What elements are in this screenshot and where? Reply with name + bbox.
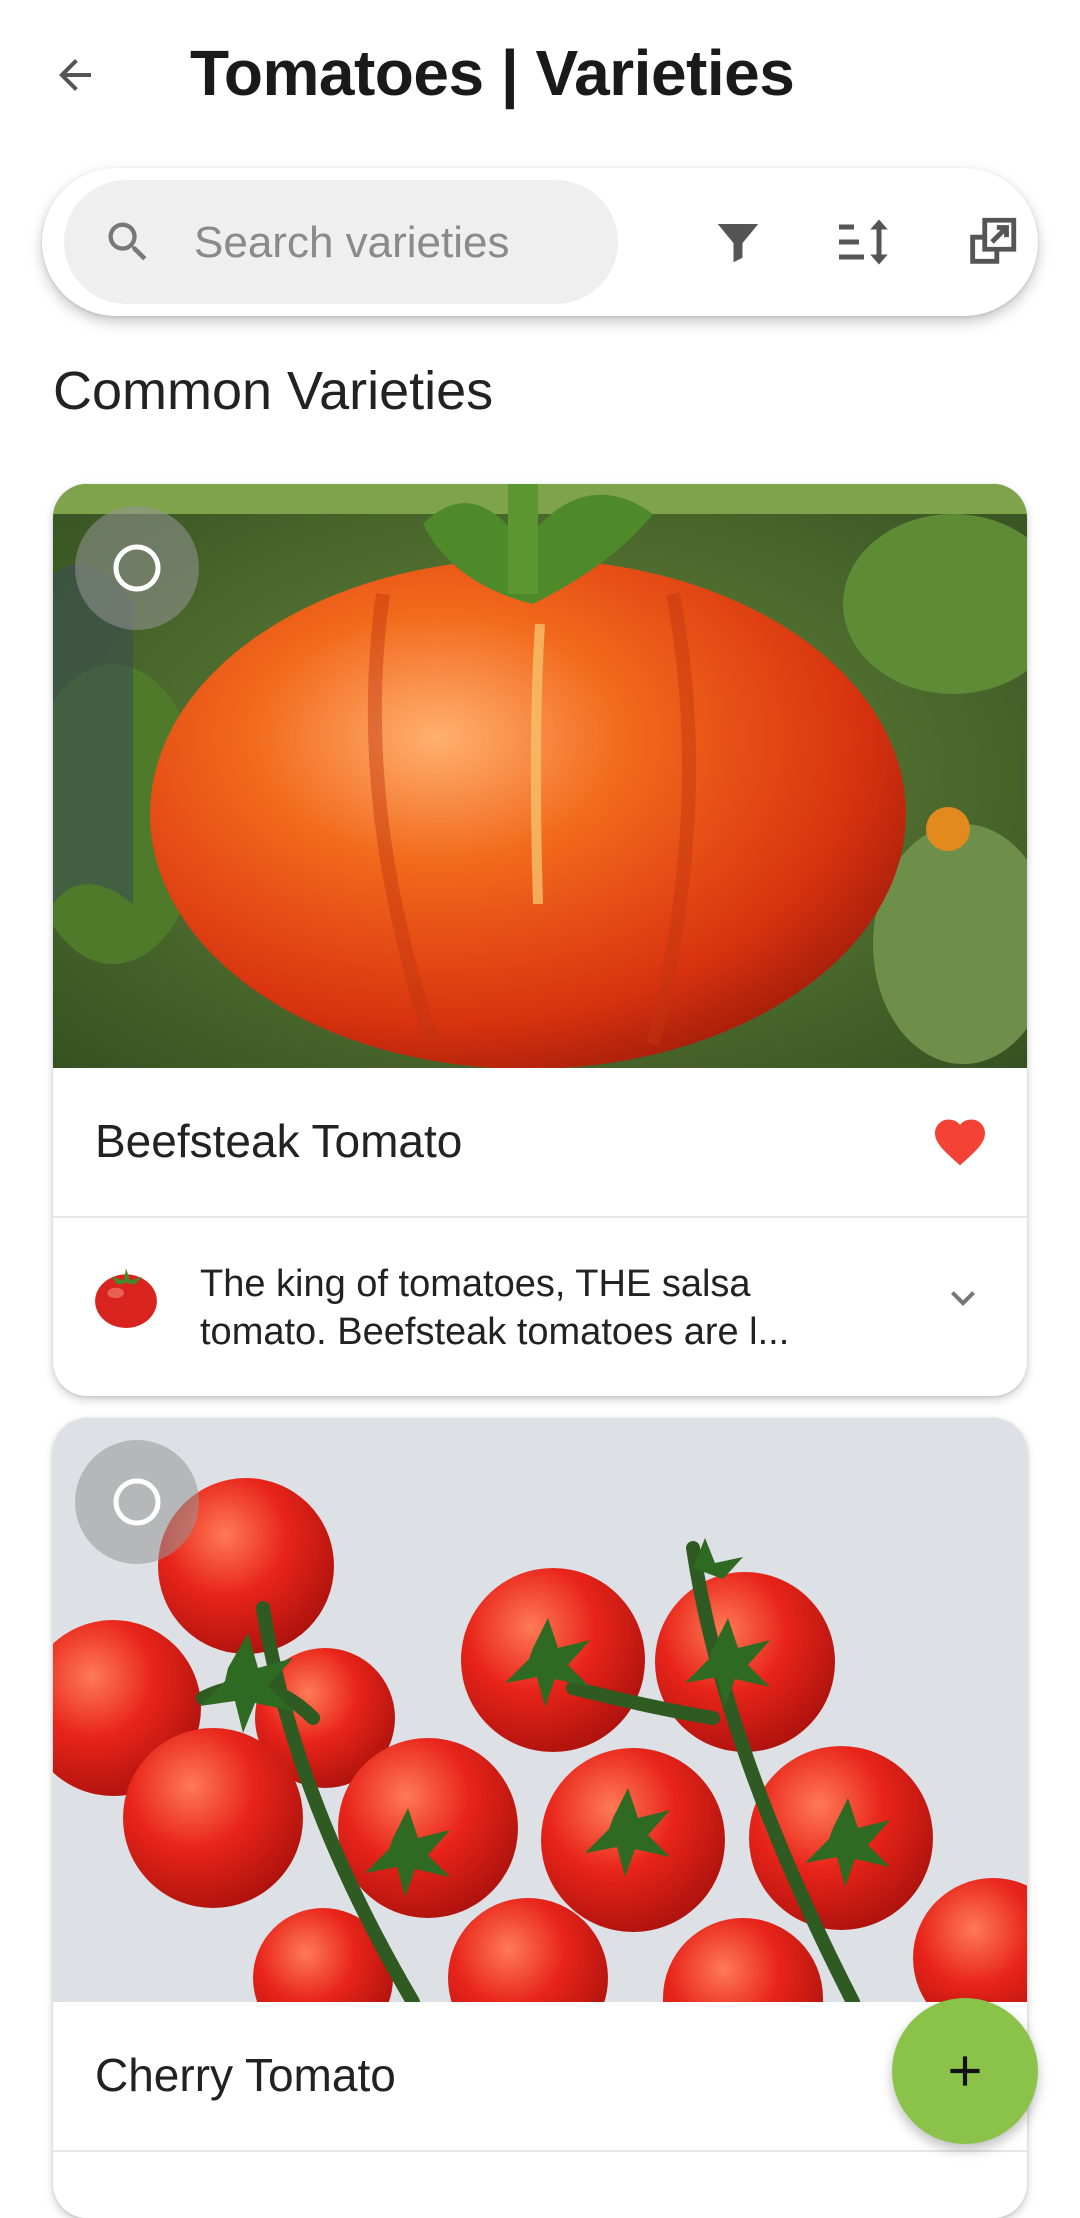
search-input[interactable]	[192, 210, 596, 276]
variety-description: The king of tomatoes, THE salsa tomato. …	[200, 1263, 790, 1353]
card-description-row[interactable]: The king of tomatoes, THE salsa tomato. …	[53, 1218, 1027, 1396]
search-bar[interactable]	[64, 180, 618, 304]
select-circle-icon	[113, 1478, 161, 1526]
sort-icon	[839, 219, 888, 265]
variety-card[interactable]: Beefsteak Tomato The king of tomatoes, T…	[53, 484, 1027, 1396]
section-title: Common Varieties	[53, 361, 494, 421]
select-toggle[interactable]	[75, 1440, 199, 1564]
filter-icon	[717, 224, 759, 263]
variety-name: Cherry Tomato	[95, 2049, 396, 2101]
page-title: Tomatoes | Varieties	[190, 37, 795, 109]
card-title-row: Cherry Tomato	[53, 2002, 1027, 2152]
filter-button[interactable]	[698, 202, 778, 282]
search-toolbar	[42, 168, 1038, 316]
plus-icon	[950, 2056, 980, 2086]
search-icon	[108, 222, 147, 261]
variety-name: Beefsteak Tomato	[95, 1115, 463, 1167]
sort-button[interactable]	[824, 202, 904, 282]
heart-icon[interactable]	[929, 1112, 991, 1172]
back-button[interactable]	[44, 40, 106, 110]
add-variety-button[interactable]	[892, 1998, 1038, 2144]
back-arrow-icon	[59, 59, 91, 91]
app-header: Tomatoes | Varieties	[0, 0, 1080, 150]
card-title-row: Beefsteak Tomato	[53, 1068, 1027, 1218]
variety-card[interactable]: Cherry Tomato	[53, 1418, 1027, 2218]
select-circle-icon	[113, 544, 161, 592]
chevron-down-icon[interactable]	[939, 1274, 987, 1322]
open-external-button[interactable]	[952, 202, 1032, 282]
select-toggle[interactable]	[75, 506, 199, 630]
variety-image	[53, 1418, 1027, 2002]
open-external-icon	[970, 217, 1017, 264]
variety-image	[53, 484, 1027, 1068]
tomato-icon	[95, 1268, 157, 1328]
